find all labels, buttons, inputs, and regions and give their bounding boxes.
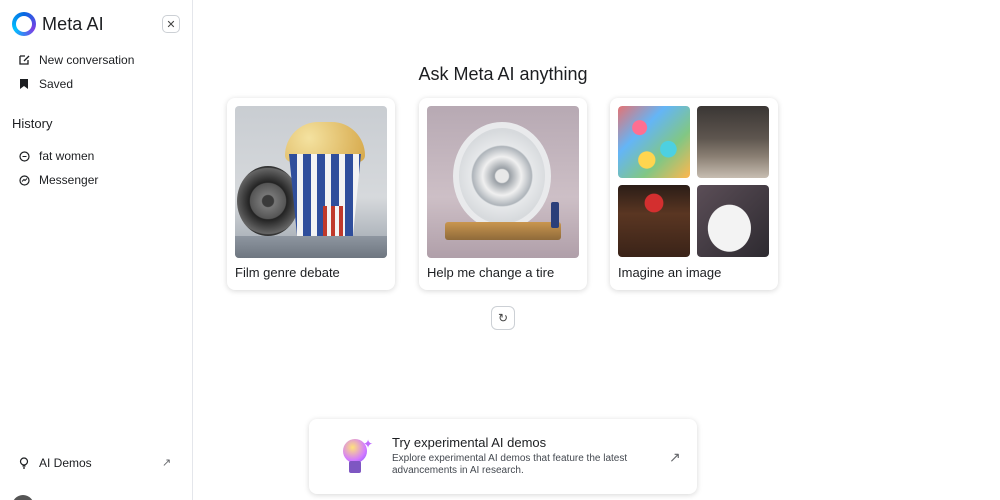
saved-label: Saved <box>39 77 74 91</box>
chat-icon <box>17 149 31 163</box>
prompt-card[interactable]: Imagine an image <box>610 98 778 290</box>
history-item[interactable]: fat women <box>12 146 94 166</box>
card-title: Film genre debate <box>235 265 340 280</box>
bookmark-icon <box>17 77 31 91</box>
history-title: History <box>12 116 53 131</box>
film-reel-shape <box>237 166 299 236</box>
card-title: Imagine an image <box>618 265 722 280</box>
messenger-icon <box>17 173 31 187</box>
refresh-icon: ↻ <box>497 311 509 325</box>
external-link-icon[interactable]: ↗ <box>162 456 171 469</box>
floor-shape <box>235 236 387 258</box>
tire-stand-shape <box>445 222 561 240</box>
ai-demos-link[interactable]: AI Demos <box>12 453 92 473</box>
ai-demos-label: AI Demos <box>39 456 92 470</box>
tire-image <box>427 106 579 258</box>
new-conversation-label: New conversation <box>39 53 135 67</box>
avatar[interactable] <box>12 495 34 500</box>
promo-description: Explore experimental AI demos that featu… <box>392 453 628 476</box>
new-conversation-button[interactable]: New conversation <box>12 50 134 70</box>
saved-button[interactable]: Saved <box>12 74 73 94</box>
meta-ai-logo-icon <box>12 12 36 36</box>
sparkle-icon: ✦ <box>363 437 374 451</box>
history-item-label: fat women <box>39 149 95 163</box>
sidebar: Meta AI ✕ New conversation Saved History… <box>0 0 193 500</box>
prompt-card[interactable]: Help me change a tire <box>419 98 587 290</box>
lightbulb-icon <box>17 456 31 470</box>
spray-can-shape <box>551 202 559 228</box>
plated-dish-image <box>697 185 769 257</box>
refresh-button[interactable]: ↻ <box>491 306 515 330</box>
close-icon: ✕ <box>166 18 176 31</box>
brand[interactable]: Meta AI <box>12 12 104 36</box>
close-sidebar-button[interactable]: ✕ <box>162 15 180 33</box>
bulb-base <box>349 461 361 473</box>
edit-icon <box>17 53 31 67</box>
small-bucket-shape <box>323 206 345 236</box>
history-item-label: Messenger <box>39 173 99 187</box>
tire-shape <box>453 122 551 230</box>
page-title: Ask Meta AI anything <box>418 64 588 84</box>
popcorn-film-image <box>235 106 387 258</box>
image-collage <box>618 106 770 258</box>
card-title: Help me change a tire <box>427 265 555 280</box>
ai-demos-promo[interactable]: ✦ Try experimental AI demos Explore expe… <box>309 419 697 494</box>
chocolate-cake-image <box>618 185 690 257</box>
promo-title: Try experimental AI demos <box>392 435 547 450</box>
prompt-card[interactable]: Film genre debate <box>227 98 395 290</box>
external-link-icon: ↗ <box>669 449 681 465</box>
history-item[interactable]: Messenger <box>12 170 98 190</box>
brand-name: Meta AI <box>42 13 104 34</box>
app-root: Meta AI ✕ New conversation Saved History… <box>0 0 1000 500</box>
living-room-image <box>697 106 769 178</box>
lightbulb-icon: ✦ <box>337 437 374 477</box>
birthday-stickers-image <box>618 106 690 178</box>
